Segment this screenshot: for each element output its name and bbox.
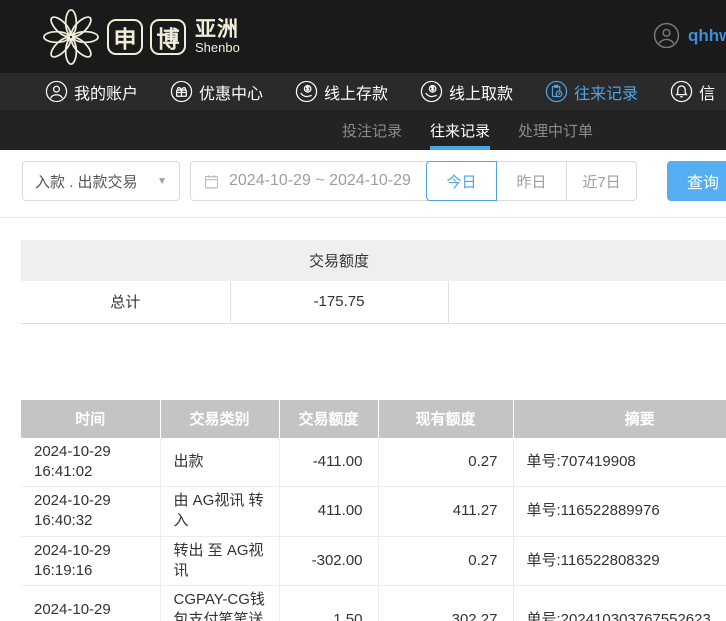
table-row: 2024-10-29 16:19:16 转出 至 AG视讯 -302.00 0.…	[21, 536, 726, 586]
cell-balance: 411.27	[378, 487, 513, 537]
nav-label: 我的账户	[74, 80, 138, 104]
nav-item-deposit[interactable]: $ 线上存款	[295, 80, 388, 104]
nav-item-transaction-records[interactable]: 往来记录	[545, 80, 638, 104]
calendar-icon	[203, 173, 220, 190]
quick-range-group: 今日 昨日 近7日	[426, 161, 637, 201]
summary-total-value: -175.75	[230, 281, 448, 323]
user-account[interactable]: qhhw	[653, 22, 726, 49]
logo-region-text: 亚洲	[195, 19, 240, 41]
cell-summary: 单号:116522889976	[513, 487, 726, 537]
table-row: 2024-10-29 16:41:02 出款 -411.00 0.27 单号:7…	[21, 438, 726, 487]
today-button[interactable]: 今日	[426, 161, 497, 201]
transaction-type-value: 入款 . 出款交易	[35, 171, 138, 192]
cell-summary: 单号:707419908	[513, 438, 726, 487]
records-subnav: 投注记录 往来记录 处理中订单	[0, 110, 726, 150]
summary-total-row: 总计 -175.75	[21, 281, 726, 323]
table-row: 2024-10-29 16:40:32 由 AG视讯 转入 411.00 411…	[21, 487, 726, 537]
nav-label: 线上取款	[449, 80, 513, 104]
cell-time: 2024-10-29 16:19:12	[21, 586, 160, 621]
tab-processing-orders[interactable]: 处理中订单	[518, 110, 593, 150]
deposit-icon: $	[295, 80, 318, 103]
col-header-summary: 摘要	[513, 400, 726, 438]
summary-header-spacer	[21, 240, 230, 281]
withdraw-icon: $	[420, 80, 443, 103]
cell-balance: 0.27	[378, 536, 513, 586]
tab-betting-records[interactable]: 投注记录	[342, 110, 402, 150]
cell-amount: -411.00	[279, 438, 378, 487]
summary-header-spacer	[448, 240, 726, 281]
transaction-type-select[interactable]: 入款 . 出款交易 ▼	[22, 161, 180, 201]
col-header-balance: 现有额度	[378, 400, 513, 438]
cell-amount: -302.00	[279, 536, 378, 586]
table-header-row: 时间 交易类别 交易额度 现有额度 摘要	[21, 400, 726, 438]
search-button[interactable]: 查询	[667, 161, 726, 201]
records-icon	[545, 80, 568, 103]
summary-header-row: 交易额度	[21, 240, 726, 281]
cell-amount: 411.00	[279, 487, 378, 537]
cell-type: CGPAY-CG钱包支付笔笔送优惠	[160, 586, 279, 621]
logo-name-text: Shenbo	[195, 41, 240, 55]
nav-label: 线上存款	[324, 80, 388, 104]
username-text: qhhw	[688, 26, 726, 46]
cell-amount: 1.50	[279, 586, 378, 621]
cell-type: 出款	[160, 438, 279, 487]
summary-empty-cell	[448, 281, 726, 323]
nav-item-my-account[interactable]: 我的账户	[45, 80, 138, 104]
logo-wordmark: 亚洲 Shenbo	[195, 19, 240, 55]
page: 申 博 亚洲 Shenbo qhhw 我的账户	[0, 0, 726, 621]
table-row: 2024-10-29 16:19:12 CGPAY-CG钱包支付笔笔送优惠 1.…	[21, 586, 726, 621]
nav-item-promotions[interactable]: 优惠中心	[170, 80, 263, 104]
nav-item-withdraw[interactable]: $ 线上取款	[420, 80, 513, 104]
user-icon	[45, 80, 68, 103]
logo-char-box: 申	[107, 19, 143, 55]
cell-type: 由 AG视讯 转入	[160, 487, 279, 537]
cell-type: 转出 至 AG视讯	[160, 536, 279, 586]
brand-logo[interactable]: 申 博 亚洲 Shenbo	[42, 8, 240, 66]
cell-summary: 单号:202410303767552623	[513, 586, 726, 621]
main-navbar: 我的账户 优惠中心 $ 线上存款 $ 线上取款	[0, 73, 726, 110]
summary-header-label: 交易额度	[230, 240, 448, 281]
date-range-value: 2024-10-29 ~ 2024-10-29	[229, 172, 411, 190]
lotus-flower-icon	[42, 8, 100, 66]
nav-item-messages[interactable]: 信	[670, 80, 715, 104]
cell-balance: 302.27	[378, 586, 513, 621]
nav-label: 优惠中心	[199, 80, 263, 104]
cell-balance: 0.27	[378, 438, 513, 487]
gift-icon	[170, 80, 193, 103]
bell-icon	[670, 80, 693, 103]
avatar-icon	[653, 22, 680, 49]
col-header-time: 时间	[21, 400, 160, 438]
col-header-type: 交易类别	[160, 400, 279, 438]
cell-time: 2024-10-29 16:41:02	[21, 438, 160, 487]
last7days-button[interactable]: 近7日	[566, 161, 637, 201]
cell-time: 2024-10-29 16:19:16	[21, 536, 160, 586]
cell-summary: 单号:116522808329	[513, 536, 726, 586]
cell-time: 2024-10-29 16:40:32	[21, 487, 160, 537]
summary-table: 交易额度 总计 -175.75	[21, 240, 726, 324]
topbar: 申 博 亚洲 Shenbo qhhw	[0, 0, 726, 73]
transactions-table: 时间 交易类别 交易额度 现有额度 摘要 2024-10-29 16:41:02…	[21, 400, 726, 621]
col-header-amount: 交易额度	[279, 400, 378, 438]
nav-label: 信	[699, 80, 715, 104]
nav-label: 往来记录	[574, 80, 638, 104]
summary-total-label: 总计	[21, 281, 230, 323]
filter-bar: 入款 . 出款交易 ▼ 2024-10-29 ~ 2024-10-29 今日 昨…	[0, 150, 726, 218]
logo-char-box: 博	[150, 19, 186, 55]
yesterday-button[interactable]: 昨日	[496, 161, 567, 201]
date-range-input[interactable]: 2024-10-29 ~ 2024-10-29	[190, 161, 443, 201]
chevron-down-icon: ▼	[157, 176, 167, 187]
tab-transaction-records[interactable]: 往来记录	[430, 110, 490, 150]
